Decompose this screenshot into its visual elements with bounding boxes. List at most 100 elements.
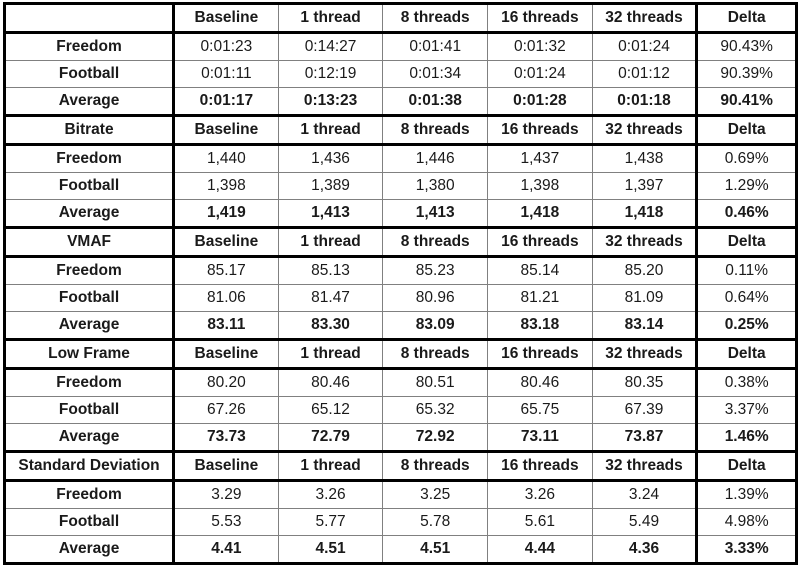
cell-bitrate-freedom-delta: 0.69% [696,144,798,173]
cell-standard-deviation-average-32-threads: 4.36 [591,535,699,565]
cell-encode-time-football-baseline: 0:01:11 [172,60,279,88]
table-row: Average 0:01:17 0:13:23 0:01:38 0:01:28 0:01:… [2,87,798,117]
corner-blank-cell [2,2,175,34]
cell-encode-time-freedom-32-threads: 0:01:24 [591,32,699,61]
cell-encode-time-football-16-threads: 0:01:24 [487,60,593,88]
cell-vmaf-football-1-thread: 81.47 [277,284,384,312]
cell-vmaf-football-delta: 0.64% [696,284,798,312]
cell-vmaf-freedom-16-threads: 85.14 [487,256,593,285]
cell-low-frame-football-baseline: 67.26 [172,396,279,424]
column-header-8-threads: 8 threads [382,450,489,482]
cell-standard-deviation-average-delta: 3.33% [696,535,798,565]
cell-standard-deviation-football-8-threads: 5.78 [382,508,489,536]
row-label-freedom: Freedom [2,144,175,173]
column-header-1-thread: 1 thread [277,338,384,370]
column-header-baseline: Baseline [172,338,279,370]
table-row: Football 5.53 5.77 5.78 5.61 5.49 4.98% [2,508,798,536]
cell-vmaf-average-16-threads: 83.18 [487,311,593,341]
row-label-football: Football [2,60,175,88]
cell-low-frame-football-16-threads: 65.75 [487,396,593,424]
cell-standard-deviation-football-1-thread: 5.77 [277,508,384,536]
cell-low-frame-average-32-threads: 73.87 [591,423,699,453]
cell-bitrate-football-8-threads: 1,380 [382,172,489,200]
cell-bitrate-freedom-8-threads: 1,446 [382,144,489,173]
row-label-freedom: Freedom [2,256,175,285]
cell-bitrate-freedom-baseline: 1,440 [172,144,279,173]
cell-standard-deviation-football-baseline: 5.53 [172,508,279,536]
cell-bitrate-freedom-32-threads: 1,438 [591,144,699,173]
column-header-delta: Delta [696,338,798,370]
cell-low-frame-freedom-1-thread: 80.46 [277,368,384,397]
cell-vmaf-average-delta: 0.25% [696,311,798,341]
cell-encode-time-football-8-threads: 0:01:34 [382,60,489,88]
column-header-delta: Delta [696,2,798,34]
row-label-average: Average [2,311,175,341]
column-header-8-threads: 8 threads [382,226,489,258]
cell-bitrate-football-baseline: 1,398 [172,172,279,200]
table-row: Football 81.06 81.47 80.96 81.21 81.09 0.64% [2,284,798,312]
cell-low-frame-average-1-thread: 72.79 [277,423,384,453]
row-label-freedom: Freedom [2,32,175,61]
cell-encode-time-freedom-1-thread: 0:14:27 [277,32,384,61]
cell-low-frame-freedom-32-threads: 80.35 [591,368,699,397]
cell-encode-time-freedom-8-threads: 0:01:41 [382,32,489,61]
cell-encode-time-freedom-delta: 90.43% [696,32,798,61]
cell-standard-deviation-freedom-32-threads: 3.24 [591,480,699,509]
cell-bitrate-average-16-threads: 1,418 [487,199,593,229]
row-label-average: Average [2,199,175,229]
cell-encode-time-freedom-baseline: 0:01:23 [172,32,279,61]
column-header-8-threads: 8 threads [382,2,489,34]
cell-vmaf-average-32-threads: 83.14 [591,311,699,341]
section-header-row-bitrate: Bitrate Baseline 1 thread 8 threads 16 threa… [2,114,798,146]
section-label-standard-deviation: Standard Deviation [2,450,175,482]
cell-bitrate-football-1-thread: 1,389 [277,172,384,200]
table-row: Average 83.11 83.30 83.09 83.18 83.14 0.25% [2,311,798,341]
cell-low-frame-average-baseline: 73.73 [172,423,279,453]
row-label-freedom: Freedom [2,480,175,509]
cell-bitrate-freedom-16-threads: 1,437 [487,144,593,173]
cell-bitrate-average-8-threads: 1,413 [382,199,489,229]
cell-low-frame-average-delta: 1.46% [696,423,798,453]
row-label-football: Football [2,172,175,200]
cell-standard-deviation-average-baseline: 4.41 [172,535,279,565]
cell-low-frame-football-32-threads: 67.39 [591,396,699,424]
section-label-low-frame: Low Frame [2,338,175,370]
cell-vmaf-average-1-thread: 83.30 [277,311,384,341]
column-header-1-thread: 1 thread [277,226,384,258]
cell-standard-deviation-average-8-threads: 4.51 [382,535,489,565]
cell-bitrate-average-32-threads: 1,418 [591,199,699,229]
row-label-average: Average [2,535,175,565]
column-header-32-threads: 32 threads [591,114,699,146]
row-label-average: Average [2,87,175,117]
cell-standard-deviation-average-16-threads: 4.44 [487,535,593,565]
table-row: Average 4.41 4.51 4.51 4.44 4.36 3.33% [2,535,798,565]
cell-bitrate-football-delta: 1.29% [696,172,798,200]
column-header-16-threads: 16 threads [487,2,593,34]
column-header-baseline: Baseline [172,114,279,146]
row-label-football: Football [2,508,175,536]
encoding-benchmark-table: Baseline 1 thread 8 threads 16 threads 32 th… [2,2,798,565]
cell-low-frame-average-16-threads: 73.11 [487,423,593,453]
cell-standard-deviation-football-delta: 4.98% [696,508,798,536]
cell-bitrate-freedom-1-thread: 1,436 [277,144,384,173]
cell-standard-deviation-freedom-delta: 1.39% [696,480,798,509]
benchmark-table-container: Baseline 1 thread 8 threads 16 threads 32 th… [0,0,800,568]
cell-low-frame-football-delta: 3.37% [696,396,798,424]
cell-low-frame-average-8-threads: 72.92 [382,423,489,453]
cell-vmaf-football-baseline: 81.06 [172,284,279,312]
section-header-row-blank: Baseline 1 thread 8 threads 16 threads 32 th… [2,2,798,34]
cell-encode-time-freedom-16-threads: 0:01:32 [487,32,593,61]
row-label-freedom: Freedom [2,368,175,397]
cell-standard-deviation-freedom-baseline: 3.29 [172,480,279,509]
cell-vmaf-freedom-delta: 0.11% [696,256,798,285]
table-row: Freedom 0:01:23 0:14:27 0:01:41 0:01:32 0:01:… [2,32,798,61]
cell-encode-time-football-32-threads: 0:01:12 [591,60,699,88]
column-header-32-threads: 32 threads [591,338,699,370]
cell-vmaf-average-baseline: 83.11 [172,311,279,341]
column-header-16-threads: 16 threads [487,114,593,146]
cell-vmaf-football-8-threads: 80.96 [382,284,489,312]
row-label-football: Football [2,396,175,424]
cell-low-frame-football-1-thread: 65.12 [277,396,384,424]
cell-vmaf-football-16-threads: 81.21 [487,284,593,312]
cell-encode-time-average-1-thread: 0:13:23 [277,87,384,117]
